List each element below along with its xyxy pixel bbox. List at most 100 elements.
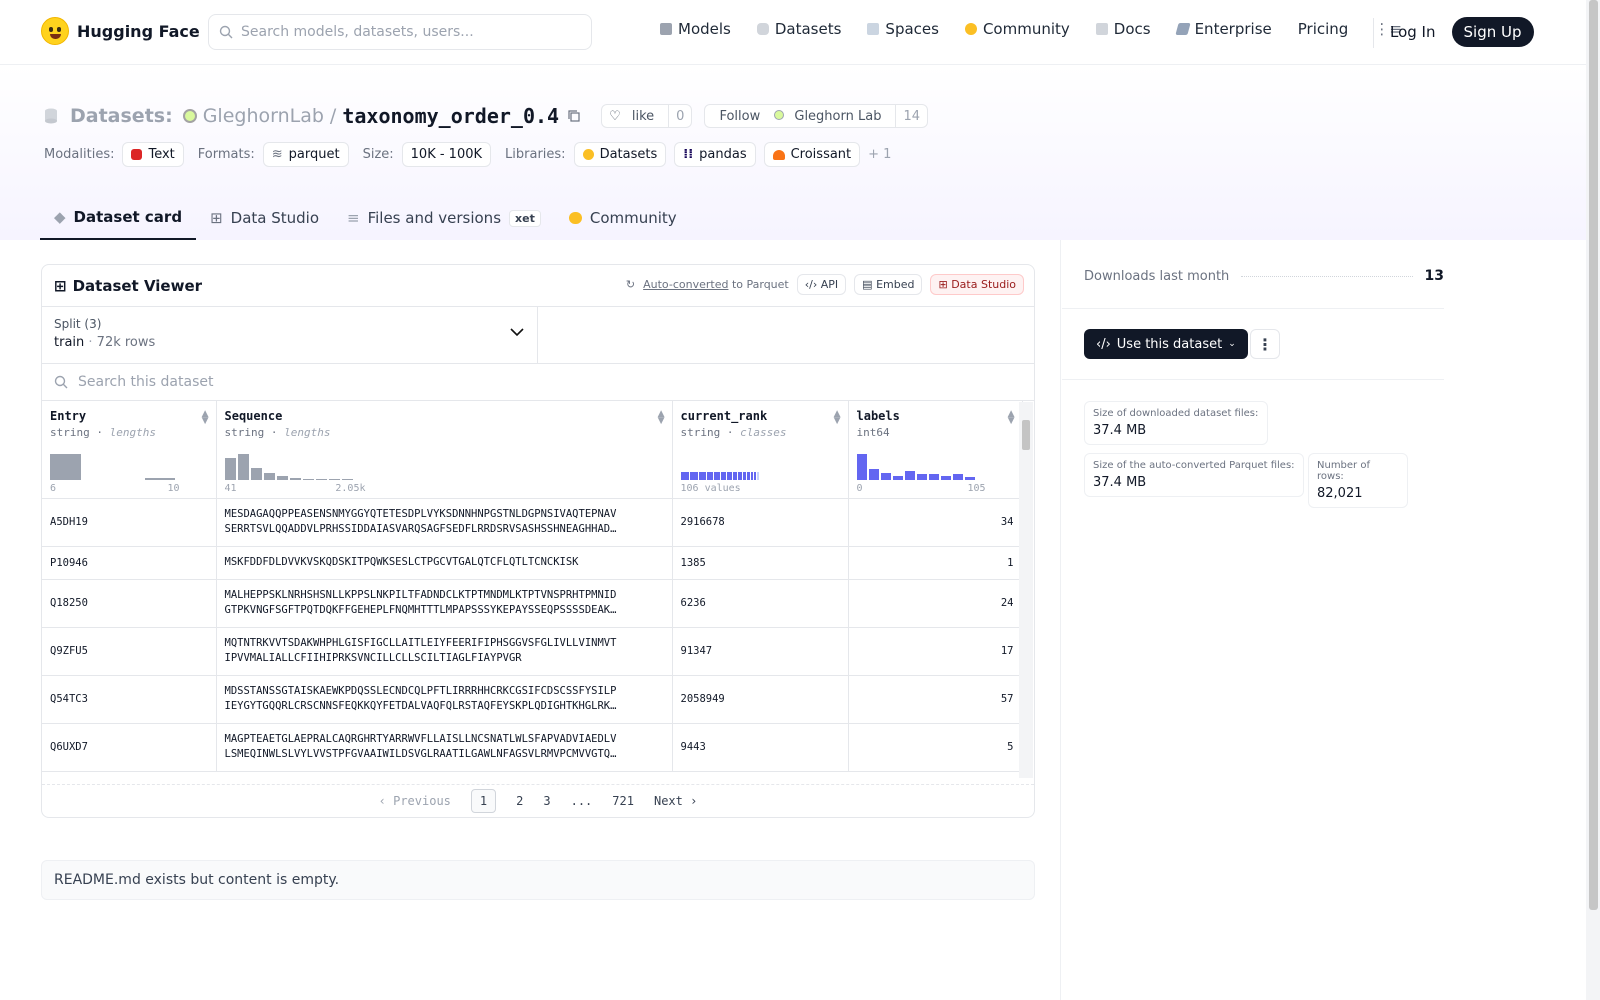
tab-files[interactable]: ≡ Files and versions xet: [333, 196, 555, 240]
type-label: string: [680, 426, 721, 439]
scrollbar-thumb[interactable]: [1589, 0, 1598, 910]
axis-min: 41: [224, 482, 237, 494]
follow-label: Follow: [719, 108, 761, 124]
sidebar-separator: [1062, 308, 1444, 309]
hugging-face-icon: [964, 23, 977, 35]
data-studio-button[interactable]: ⊞ Data Studio: [930, 274, 1024, 295]
nav-divider: [1373, 18, 1374, 48]
sort-icon[interactable]: ▲ ▼: [834, 410, 841, 426]
dataset-search-placeholder: Search this dataset: [78, 374, 214, 390]
repo-tabs: ◆ Dataset card ⊞ Data Studio ≡ Files and ve…: [40, 196, 691, 240]
files-icon: ≡: [347, 209, 360, 227]
table-row[interactable]: Q9ZFU5 MQTNTRKVVTSDAKWHPHLGISFIGCLLAITLE…: [42, 627, 1023, 676]
cell-rank: 2058949: [672, 675, 849, 724]
cell-entry: Q6UXD7: [42, 723, 217, 772]
tab-data-studio[interactable]: ⊞ Data Studio: [196, 196, 333, 240]
class-count: 106 values: [680, 482, 741, 494]
page-1[interactable]: 1: [470, 789, 497, 813]
api-button[interactable]: ‹/› API: [796, 274, 847, 295]
section-label[interactable]: Datasets:: [70, 105, 173, 127]
table-row[interactable]: P10946 MSKFDDFDLDVVKVSKQDSKITPQWKSESLCTP…: [42, 546, 1023, 580]
nav-community[interactable]: Community: [964, 20, 1070, 38]
tag-parquet[interactable]: ≋ parquet: [262, 142, 349, 167]
follower-count: 14: [895, 105, 927, 127]
tag-size[interactable]: 10K - 100K: [401, 142, 492, 167]
hugging-face-icon: [582, 149, 594, 160]
split-value: train: [54, 335, 85, 350]
embed-label: Embed: [876, 278, 915, 291]
tag-text[interactable]: Text: [122, 142, 184, 167]
table-row[interactable]: A5DH19 MESDAGAQQPPEASENSNMYGGYQTETESDPLV…: [42, 498, 1023, 547]
nav-models[interactable]: Models: [660, 20, 731, 38]
database-icon: [45, 108, 57, 124]
top-nav: Hugging Face Models Datasets Spaces Comm…: [0, 0, 1586, 65]
org-link[interactable]: GleghornLab: [203, 105, 324, 127]
nav-datasets[interactable]: Datasets: [756, 20, 841, 38]
chevron-down-icon: [510, 328, 524, 337]
more-options-button[interactable]: ⋮: [1250, 329, 1280, 359]
type-label: string: [224, 426, 265, 439]
column-name: current_rank: [680, 409, 768, 423]
logo[interactable]: Hugging Face: [41, 17, 200, 45]
next-page-button[interactable]: Next ›: [654, 794, 697, 808]
tab-dataset-card[interactable]: ◆ Dataset card: [40, 196, 197, 240]
page-scrollbar[interactable]: [1586, 0, 1600, 1000]
signup-button[interactable]: Sign Up: [1451, 17, 1534, 47]
split-selector[interactable]: Split (3) train · 72k rows: [42, 307, 538, 364]
sort-icon[interactable]: ▲ ▼: [202, 410, 209, 426]
nav-enterprise[interactable]: Enterprise: [1174, 20, 1272, 38]
column-header-labels[interactable]: labels int64 ▲ ▼ 0 105: [848, 401, 1023, 499]
split-rows: 72k rows: [96, 335, 156, 350]
use-dataset-button[interactable]: ‹/› Use this dataset ⌄: [1084, 329, 1248, 359]
column-header-current-rank[interactable]: current_rank string · classes ▲ ▼ 106 val…: [672, 401, 849, 499]
table-row[interactable]: Q54TC3 MDSSTANSSGTAISKAEWKPDQSSLECNDCQLP…: [42, 675, 1023, 724]
kind-label: lengths: [109, 426, 156, 439]
column-header-entry[interactable]: Entry string · lengths ▲ ▼ 6 10: [42, 401, 217, 499]
sort-icon[interactable]: ▲ ▼: [1008, 410, 1015, 426]
sort-icon[interactable]: ▲ ▼: [658, 410, 665, 426]
table-row[interactable]: Q18250 MALHEPPSKLNRHSHSNLLKPPSLNKPILTFAD…: [42, 579, 1023, 628]
sidebar-divider: [1060, 240, 1061, 1000]
like-button[interactable]: ♡ like 0: [601, 104, 693, 128]
kind-label: classes: [740, 426, 787, 439]
formats-label: Formats:: [197, 147, 255, 162]
embed-button[interactable]: ▤ Embed: [854, 274, 923, 295]
code-icon: ‹/›: [1096, 336, 1111, 352]
tab-label: Files and versions: [367, 209, 502, 227]
scrollbar-thumb[interactable]: [1022, 420, 1030, 450]
more-libraries[interactable]: + 1: [868, 147, 891, 162]
login-link[interactable]: Log In: [1390, 23, 1436, 41]
page-2[interactable]: 2: [516, 794, 523, 808]
search-input[interactable]: [241, 24, 571, 40]
table-scrollbar[interactable]: [1019, 402, 1033, 778]
column-type: string · lengths: [224, 426, 331, 439]
page-last[interactable]: 721: [612, 794, 634, 808]
like-count: 0: [668, 105, 691, 127]
tag-lib-croissant[interactable]: Croissant: [763, 142, 861, 167]
auto-converted-link[interactable]: Auto-converted to Parquet: [643, 278, 789, 291]
nav-spaces[interactable]: Spaces: [867, 20, 939, 38]
cell-entry: A5DH19: [42, 498, 217, 547]
global-search[interactable]: [208, 14, 592, 50]
class-bar: [680, 450, 759, 480]
next-label: Next: [653, 794, 683, 808]
heart-icon: ♡ like: [602, 109, 668, 124]
tag-lib-datasets[interactable]: Datasets: [573, 142, 667, 167]
type-label: string: [50, 426, 90, 439]
page-3[interactable]: 3: [543, 794, 550, 808]
tab-community[interactable]: Community: [555, 196, 691, 240]
tag-lib-pandas[interactable]: ⁞⁞ pandas: [674, 142, 756, 167]
dataset-name[interactable]: taxonomy_order_0.4: [342, 104, 559, 128]
histogram-axis: 41 2.05k: [225, 483, 366, 494]
size-downloaded-stat: Size of downloaded dataset files: 37.4 M…: [1084, 401, 1268, 445]
nav-pricing[interactable]: Pricing: [1298, 20, 1349, 38]
nav-docs[interactable]: Docs: [1095, 20, 1151, 38]
dataset-search[interactable]: Search this dataset: [42, 364, 1034, 401]
column-header-sequence[interactable]: Sequence string · lengths ▲ ▼ 41 2.05k: [216, 401, 673, 499]
follow-button[interactable]: Follow Gleghorn Lab 14: [704, 104, 928, 128]
table-row[interactable]: Q6UXD7 MAGPTEAETGLAEPRALCAQRGHRTYARRWVFL…: [42, 723, 1023, 772]
copy-icon[interactable]: [567, 109, 581, 123]
stat-label: Number of rows:: [1317, 460, 1370, 482]
prev-page-button[interactable]: ‹ Previous: [379, 794, 451, 808]
tag-label: Datasets: [599, 147, 658, 162]
